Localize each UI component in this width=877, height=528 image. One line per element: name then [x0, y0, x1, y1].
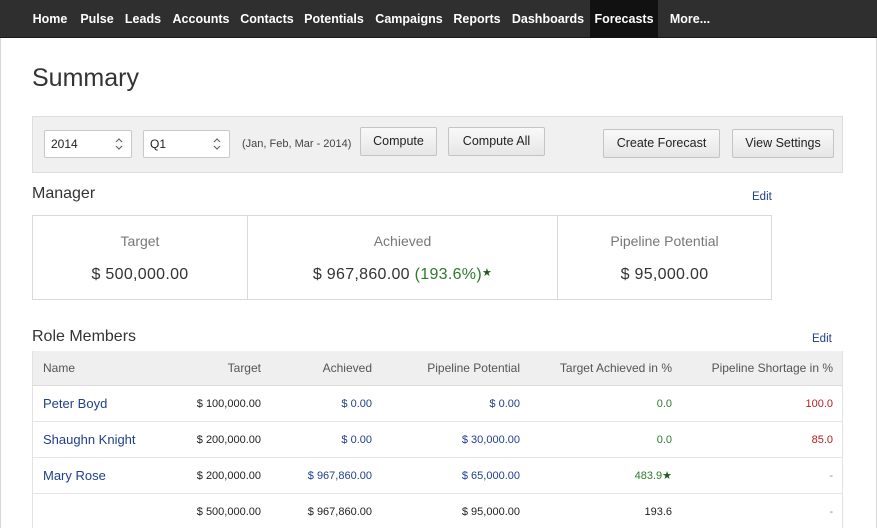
view-settings-button[interactable]: View Settings [732, 129, 834, 158]
manager-section-title: Manager [32, 185, 96, 202]
member-target: $ 200,000.00 [196, 434, 261, 446]
updown-caret-icon [115, 138, 123, 150]
nav-leads[interactable]: Leads [121, 0, 165, 38]
target-summary: Target $ 500,000.00 [33, 216, 247, 299]
member-target: $ 200,000.00 [196, 470, 261, 482]
column-header-pipeline-shortage-pct: Pipeline Shortage in % [711, 361, 833, 375]
year-select-value: 2014 [51, 137, 78, 151]
period-label: (Jan, Feb, Mar - 2014) [242, 138, 352, 150]
member-pipeline-shortage-pct: - [829, 470, 833, 482]
member-pipeline-shortage-pct: 85.0 [811, 434, 833, 446]
total-target: $ 500,000.00 [196, 506, 261, 518]
column-header-pipeline-potential: Pipeline Potential [427, 361, 520, 375]
achieved-label: Achieved [373, 233, 432, 249]
total-target-achieved-pct: 193.6 [644, 506, 672, 518]
page-title: Summary [32, 64, 139, 92]
member-pipeline-shortage-pct: 100.0 [805, 398, 833, 410]
compute-button[interactable]: Compute [360, 127, 437, 156]
member-target-achieved-pct: 0.0 [656, 434, 672, 446]
manager-edit-link[interactable]: Edit [752, 191, 772, 203]
nav-contacts[interactable]: Contacts [236, 0, 298, 38]
achieved-percent: (193.6%) [414, 266, 482, 283]
member-achieved: $ 0.00 [341, 398, 372, 410]
total-pipeline: $ 95,000.00 [461, 506, 520, 518]
star-icon: ★ [662, 470, 672, 482]
quarter-select-value: Q1 [150, 137, 167, 151]
achieved-value: $ 967,860.00 [312, 266, 410, 283]
member-achieved: $ 0.00 [341, 434, 372, 446]
member-name-link[interactable]: Mary Rose [43, 458, 106, 494]
top-navigation: Home Pulse Leads Accounts Contacts Poten… [0, 0, 877, 38]
member-target-achieved-pct-value: 483.9 [634, 470, 663, 482]
total-pipeline-shortage-pct: - [829, 506, 833, 518]
star-icon: ★ [481, 267, 493, 279]
quarter-select[interactable]: Q1 [143, 130, 230, 158]
member-target-achieved-pct: 483.9★ [533, 458, 672, 494]
achieved-summary-value: $ 967,860.00 (193.6%)★ [248, 266, 557, 284]
nav-home[interactable]: Home [26, 0, 74, 38]
pipeline-label: Pipeline Potential [610, 233, 719, 249]
forecast-toolbar: 2014 Q1 (Jan, Feb, Mar - 2014) Compute C… [32, 116, 843, 173]
member-name-link[interactable]: Shaughn Knight [43, 422, 136, 458]
member-pipeline: $ 0.00 [489, 398, 520, 410]
table-row: Shaughn Knight $ 200,000.00 $ 0.00 $ 30,… [33, 422, 842, 458]
role-members-table: Name Target Achieved Pipeline Potential … [32, 351, 843, 528]
table-row: Peter Boyd $ 100,000.00 $ 0.00 $ 0.00 0.… [33, 386, 842, 422]
nav-more[interactable]: More... [661, 0, 719, 38]
column-header-target-achieved-pct: Target Achieved in % [559, 361, 672, 375]
member-achieved: $ 967,860.00 [307, 470, 372, 482]
nav-dashboards[interactable]: Dashboards [508, 0, 588, 38]
year-select[interactable]: 2014 [44, 130, 132, 158]
role-members-section-title: Role Members [32, 328, 137, 345]
nav-campaigns[interactable]: Campaigns [371, 0, 447, 38]
role-members-edit-link[interactable]: Edit [812, 333, 832, 345]
target-value: $ 500,000.00 [91, 266, 189, 283]
column-header-target: Target [227, 361, 261, 375]
nav-forecasts[interactable]: Forecasts [590, 0, 658, 38]
target-label: Target [120, 233, 160, 249]
nav-potentials[interactable]: Potentials [300, 0, 368, 38]
achieved-summary: Achieved $ 967,860.00 (193.6%)★ [247, 216, 557, 299]
member-name-link[interactable]: Peter Boyd [43, 386, 107, 422]
member-target-achieved-pct: 0.0 [656, 398, 672, 410]
member-pipeline: $ 65,000.00 [461, 470, 520, 482]
member-pipeline: $ 30,000.00 [461, 434, 520, 446]
pipeline-value: $ 95,000.00 [620, 266, 709, 283]
column-header-name: Name [43, 361, 76, 375]
table-header: Name Target Achieved Pipeline Potential … [33, 351, 842, 386]
pipeline-summary: Pipeline Potential $ 95,000.00 [557, 216, 771, 299]
column-header-achieved: Achieved [322, 361, 372, 375]
manager-summary: Target $ 500,000.00 Achieved $ 967,860.0… [32, 215, 772, 300]
create-forecast-button[interactable]: Create Forecast [603, 129, 720, 158]
compute-all-button[interactable]: Compute All [448, 127, 545, 156]
nav-accounts[interactable]: Accounts [168, 0, 234, 38]
table-totals-row: $ 500,000.00 $ 967,860.00 $ 95,000.00 19… [33, 494, 842, 528]
nav-reports[interactable]: Reports [449, 0, 505, 38]
total-achieved: $ 967,860.00 [307, 506, 372, 518]
updown-caret-icon [213, 138, 221, 150]
member-target: $ 100,000.00 [196, 398, 261, 410]
table-row: Mary Rose $ 200,000.00 $ 967,860.00 $ 65… [33, 458, 842, 494]
nav-pulse[interactable]: Pulse [76, 0, 118, 38]
